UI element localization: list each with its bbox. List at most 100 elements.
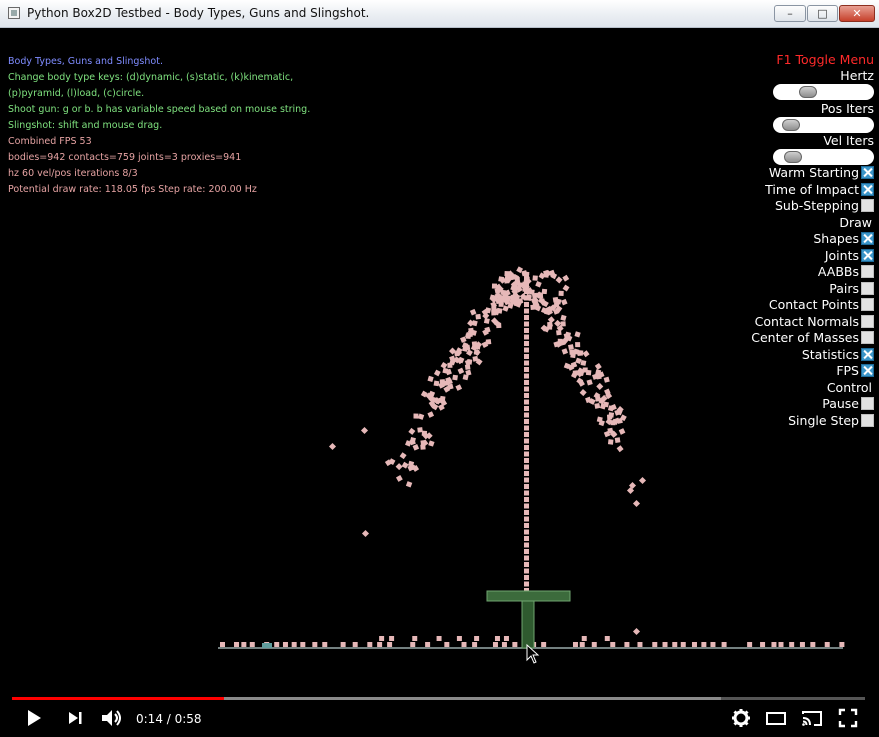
checkbox[interactable] [861,232,874,245]
cast-icon[interactable] [800,708,824,728]
body-box [524,354,529,359]
body-box [524,425,529,431]
toggle-menu-label[interactable]: F1 Toggle Menu [776,52,874,67]
checkbox[interactable] [861,281,874,295]
option-pairs[interactable]: Pairs [829,281,874,297]
body-box [274,642,280,647]
body-box [491,306,497,312]
option-center-of-masses[interactable]: Center of Masses [751,330,874,346]
checkbox[interactable] [861,166,874,179]
slider-knob[interactable] [783,151,802,163]
body-box [561,298,568,306]
minimize-button[interactable]: – [774,5,806,22]
checkbox[interactable] [861,413,874,427]
static-post [521,600,535,649]
slider-knob[interactable] [782,119,801,131]
checkbox[interactable] [861,199,874,212]
body-box [799,642,805,647]
body-box [524,386,529,392]
option-label: Contact Points [768,297,859,312]
body-box [503,636,509,641]
body-box [524,523,529,528]
body-box [624,642,630,647]
option-contact-points[interactable]: Contact Points [769,297,874,313]
checkbox[interactable] [861,347,874,361]
checkbox[interactable] [861,298,874,311]
option-time-of-impact[interactable]: Time of Impact [765,182,874,198]
body-box [399,452,407,460]
body-box [580,360,587,366]
option-joints[interactable]: Joints [825,248,874,264]
body-box [517,282,524,288]
stat-line: Potential draw rate: 118.05 fps Step rat… [8,184,257,195]
body-box [524,360,529,366]
option-shapes[interactable]: Shapes [813,231,874,247]
body-box [524,334,529,340]
body-box [472,642,478,647]
simulation-canvas[interactable]: Body Types, Guns and Slingshot. Change b… [0,28,879,686]
body-box [389,636,395,641]
option-label: Control [826,379,872,395]
body-box [701,642,707,647]
body-box [535,281,542,288]
option-warm-starting[interactable]: Warm Starting [769,165,874,181]
body-box [524,399,529,405]
body-box [282,642,288,647]
body-box [360,426,369,435]
body-box [524,549,529,554]
option-sub-stepping[interactable]: Sub-Stepping [775,198,874,214]
option-pause[interactable]: Pause [822,396,874,412]
body-box [810,642,816,647]
body-box [594,402,601,409]
body-box [291,642,297,647]
theater-icon[interactable] [765,708,787,728]
body-box [603,376,610,383]
body-box [789,642,795,647]
option-contact-normals[interactable]: Contact Normals [755,314,874,330]
option-statistics[interactable]: Statistics [802,347,874,363]
option-single-step[interactable]: Single Step [788,413,874,429]
body-box [483,317,490,324]
play-icon[interactable] [25,708,43,728]
checkbox[interactable] [861,182,874,196]
app-icon [8,7,20,19]
vel-iters-slider[interactable] [773,149,874,165]
pos-iters-slider[interactable] [773,117,874,133]
hertz-slider[interactable] [773,84,874,100]
option-aabbs[interactable]: AABBs [818,264,874,280]
checkbox[interactable] [861,265,874,278]
fullscreen-icon[interactable] [838,708,858,728]
checkbox[interactable] [861,331,874,344]
option-fps[interactable]: FPS [836,363,874,379]
body-box [410,642,416,647]
next-icon[interactable] [66,708,84,728]
body-box [492,642,498,647]
maximize-button[interactable]: □ [807,5,838,22]
volume-icon[interactable] [100,708,124,728]
body-box [568,344,574,351]
body-box [436,636,442,641]
body-box [417,413,425,420]
body-box [524,503,529,509]
played-bar[interactable] [12,697,225,700]
body-box [241,642,247,647]
body-box [524,308,529,314]
checkbox[interactable] [861,397,874,410]
body-box [522,281,528,287]
body-box [433,380,440,387]
option-label: Warm Starting [768,165,859,180]
title-bar[interactable]: Python Box2D Testbed - Body Types, Guns … [0,0,879,28]
body-box [760,642,766,647]
body-box [471,320,478,327]
settings-icon[interactable] [731,708,751,728]
body-box [608,412,615,418]
body-box [352,642,358,647]
body-box [524,347,529,353]
checkbox[interactable] [861,248,874,262]
slider-knob[interactable] [799,86,818,98]
checkbox[interactable] [861,364,874,377]
help-line: Change body type keys: (d)dynamic, (s)st… [8,72,294,83]
close-button[interactable]: ✕ [839,5,875,22]
body-box [710,642,716,647]
checkbox[interactable] [861,314,874,328]
